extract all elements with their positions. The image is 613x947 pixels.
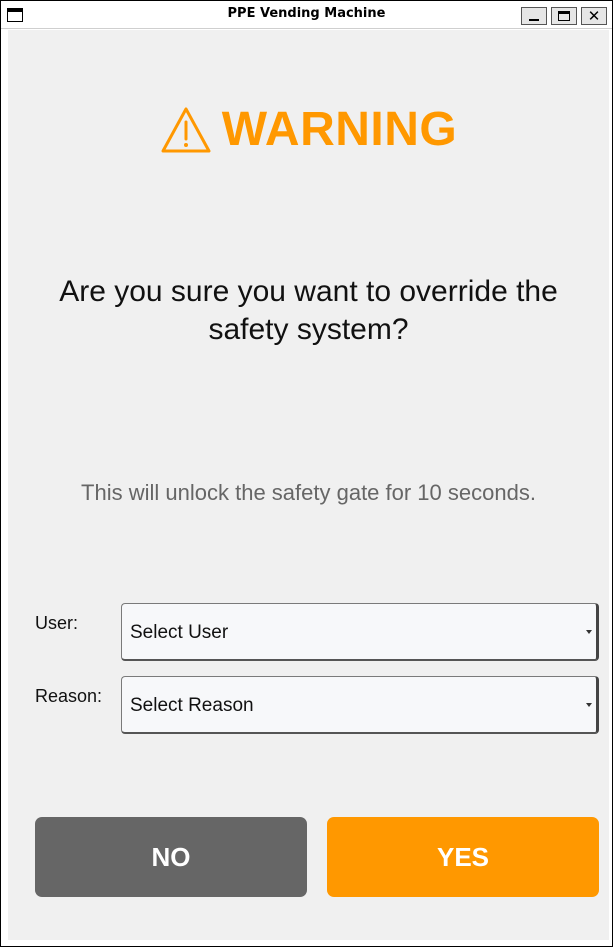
app-window: PPE Vending Machine ✕ WARNING Are you su… <box>0 0 613 947</box>
yes-button[interactable]: YES <box>327 817 599 897</box>
minimize-button[interactable] <box>521 7 547 25</box>
warning-title: WARNING <box>221 103 458 156</box>
dialog-content: WARNING Are you sure you want to overrid… <box>8 30 609 940</box>
minimize-icon <box>529 19 539 21</box>
chevron-down-icon <box>586 630 592 634</box>
user-select-value: Select User <box>130 622 229 643</box>
chevron-down-icon <box>586 703 592 707</box>
user-select[interactable]: Select User <box>121 603 599 661</box>
no-button[interactable]: NO <box>35 817 307 897</box>
warning-header: WARNING <box>8 102 609 157</box>
reason-select[interactable]: Select Reason <box>121 676 599 734</box>
reason-select-value: Select Reason <box>130 695 254 716</box>
reason-label: Reason: <box>35 686 103 706</box>
maximize-button[interactable] <box>551 7 577 25</box>
info-text: This will unlock the safety gate for 10 … <box>81 480 536 505</box>
maximize-icon <box>558 11 570 21</box>
close-button[interactable]: ✕ <box>581 7 607 25</box>
title-bar[interactable]: PPE Vending Machine ✕ <box>1 1 612 29</box>
close-icon: ✕ <box>587 6 601 25</box>
warning-triangle-icon <box>161 107 211 152</box>
confirmation-question: Are you sure you want to override the sa… <box>59 275 558 346</box>
user-label: User: <box>35 613 79 633</box>
